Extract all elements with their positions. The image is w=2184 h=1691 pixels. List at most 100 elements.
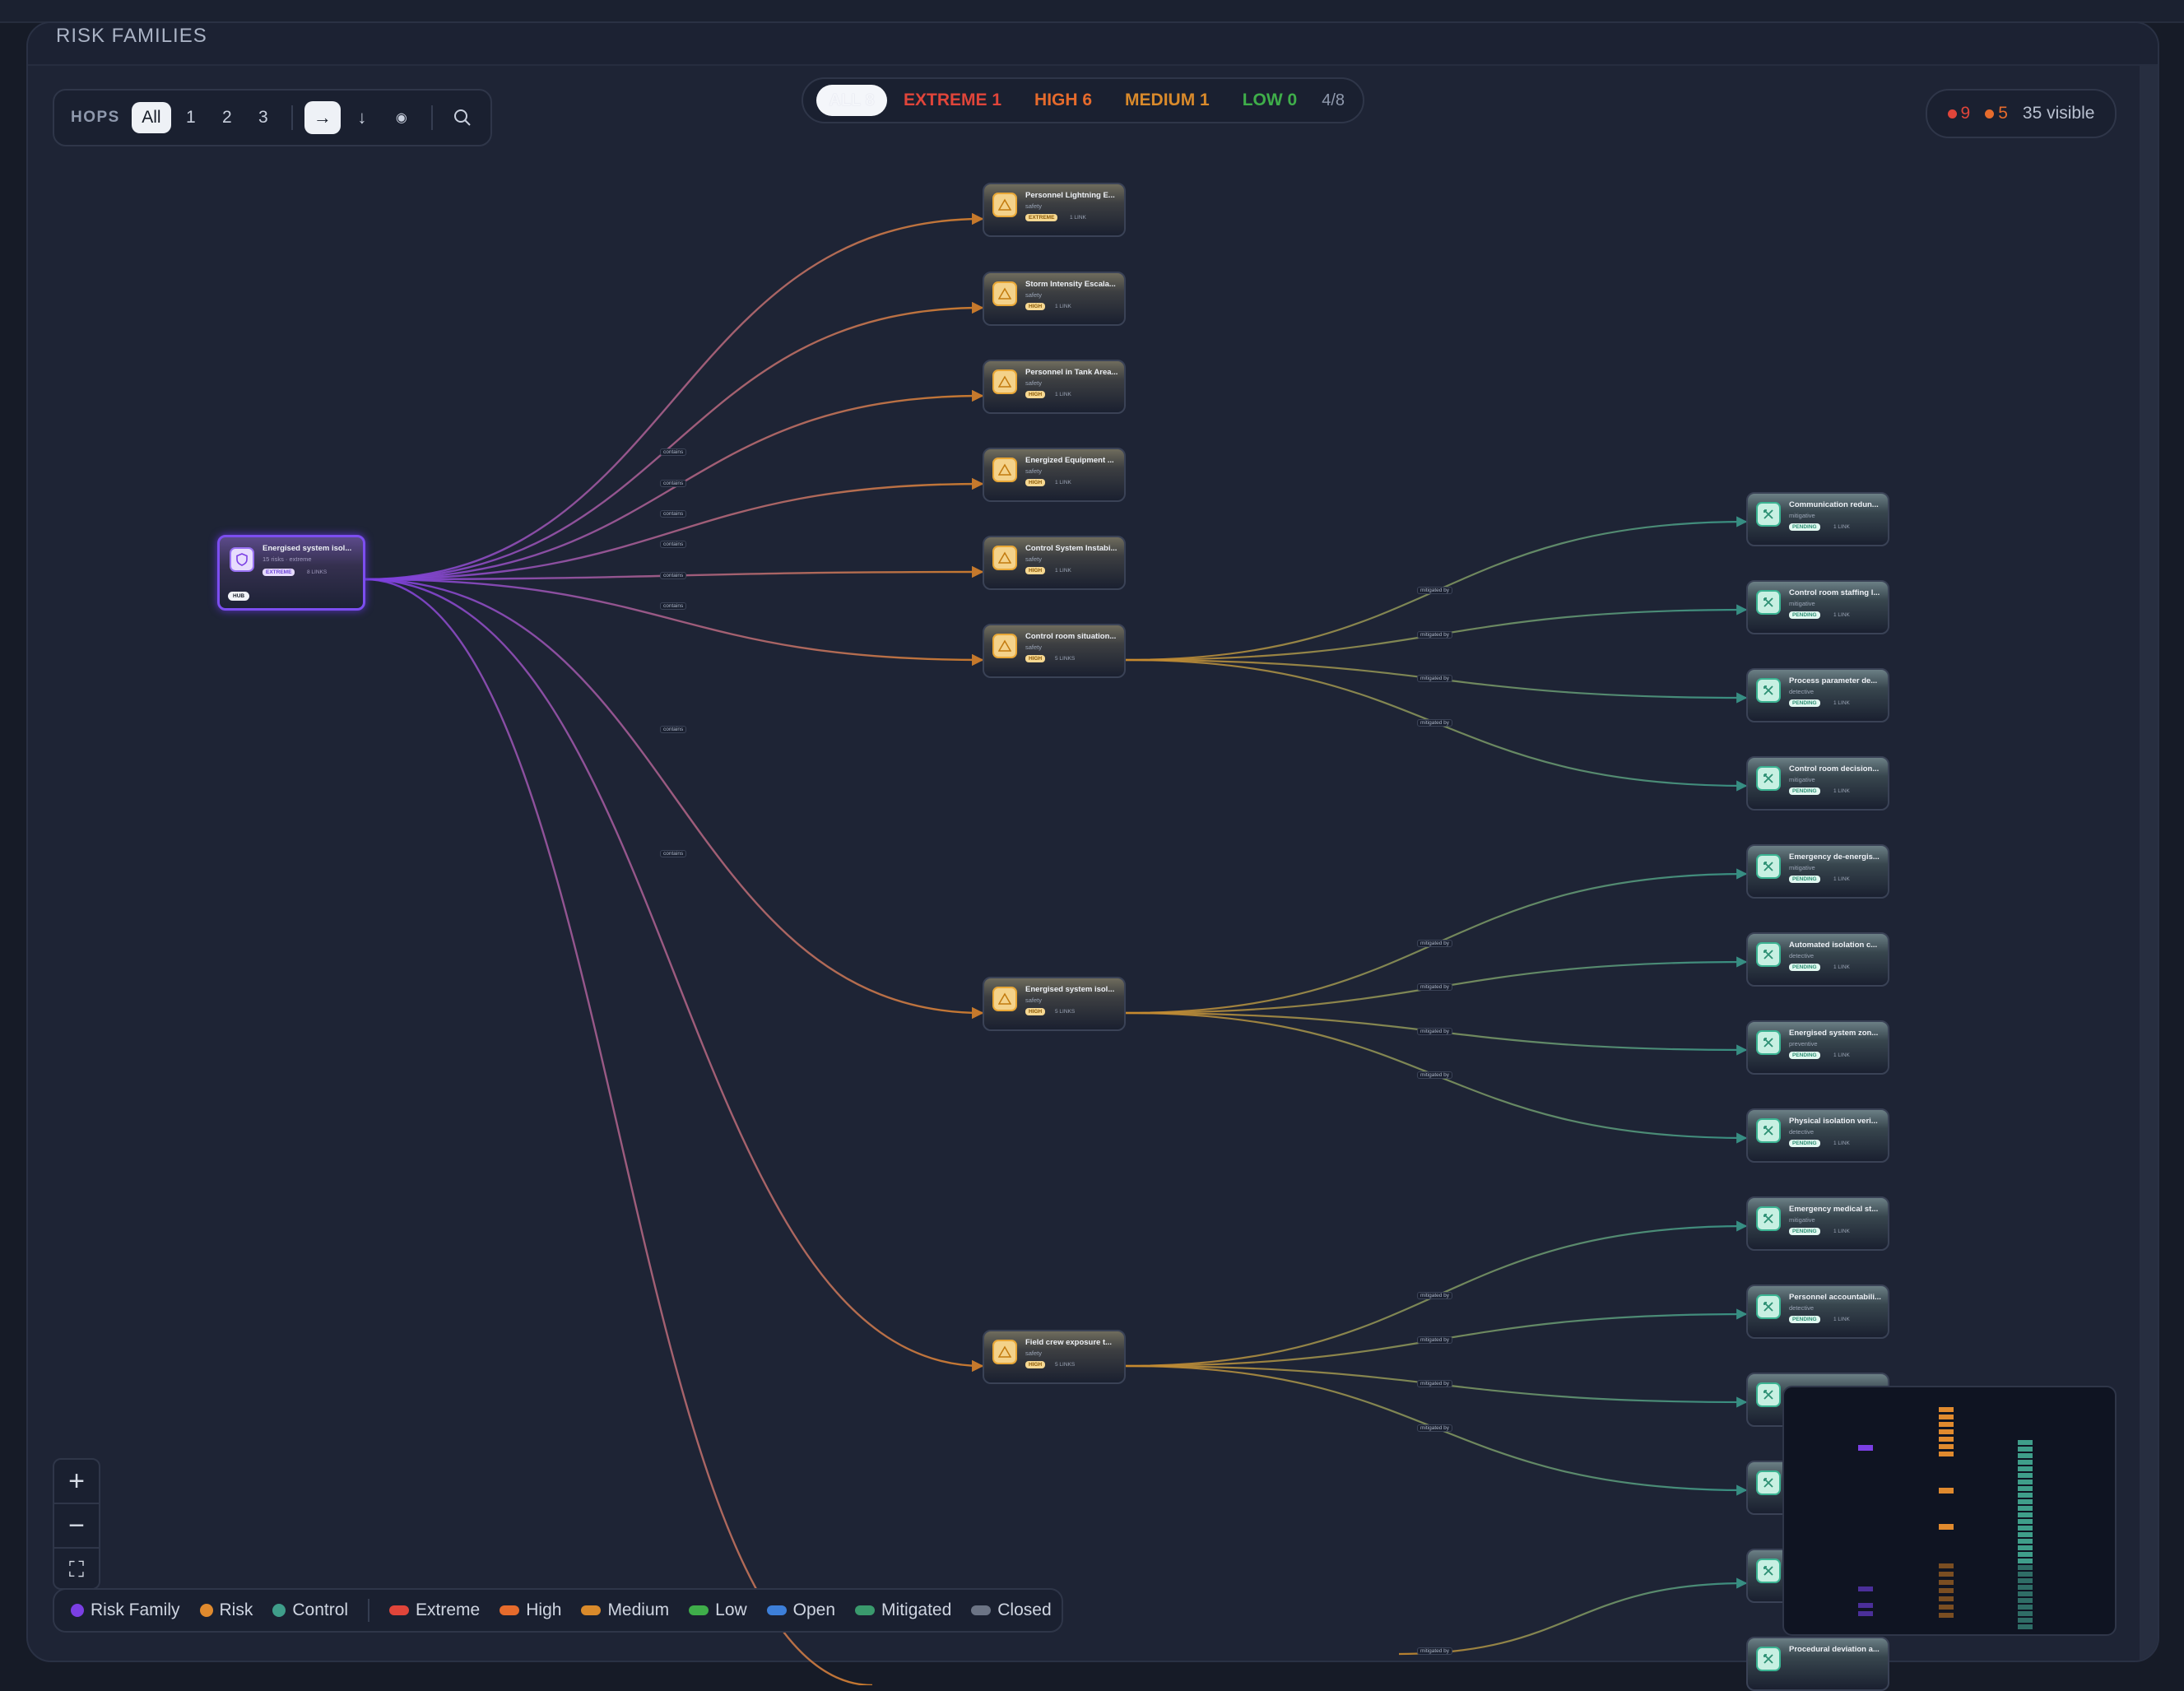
minimap-node (2018, 1591, 2033, 1596)
control-node[interactable]: Procedural deviation a... (1746, 1637, 1889, 1691)
minimap-node (2018, 1512, 2033, 1517)
minimap-node (2018, 1585, 2033, 1590)
control-node[interactable]: Emergency de-energis... mitigative PENDING… (1746, 844, 1889, 899)
control-node[interactable]: Physical isolation veri... detective PENDI… (1746, 1108, 1889, 1163)
risk-node[interactable]: Control System Instabi... safety HIGH 1 LIN… (983, 536, 1126, 590)
search-button[interactable] (444, 101, 481, 134)
legend-closed: Closed (971, 1600, 1052, 1620)
node-category: mitigative (1789, 864, 1815, 871)
fit-view-button[interactable]: ⛶ (54, 1549, 99, 1591)
minimap-node (1939, 1452, 1954, 1456)
node-category: safety (1025, 1350, 1043, 1357)
minimap-node (1939, 1605, 1954, 1610)
minimap-node (2018, 1572, 2033, 1577)
edge-label: mitigated by (1417, 1027, 1453, 1035)
node-links: 1 LINK (1833, 1317, 1850, 1322)
tools-icon (1756, 942, 1781, 967)
minimap-canvas (1858, 1407, 2033, 1629)
node-badge: PENDING (1789, 1140, 1820, 1147)
minimap[interactable] (1782, 1386, 2117, 1636)
node-links: 5 LINKS (1055, 1009, 1076, 1015)
layout-vertical-button[interactable]: ↓ (344, 101, 380, 134)
hops-1-button[interactable]: 1 (174, 102, 207, 133)
hops-2-button[interactable]: 2 (211, 102, 244, 133)
edge-label: contains (660, 541, 687, 549)
node-links: 1 LINK (1833, 612, 1850, 618)
node-badge: PENDING (1789, 787, 1820, 795)
minimap-node (2018, 1605, 2033, 1610)
hops-3-button[interactable]: 3 (247, 102, 280, 133)
node-badge: PENDING (1789, 611, 1820, 619)
minimap-node (2018, 1532, 2033, 1537)
risk-family-hub-node[interactable]: Energised system isol... 15 risks · extr… (217, 535, 365, 611)
minimap-node (2018, 1473, 2033, 1478)
warning-icon (992, 193, 1017, 217)
risk-node[interactable]: Energised system isol... safety HIGH 5 LINK… (983, 977, 1126, 1031)
red-dot-icon (1947, 109, 1957, 118)
warning-icon (992, 987, 1017, 1011)
tools-icon (1756, 1647, 1781, 1671)
graph-edge (365, 578, 873, 1685)
severity-filter: ALL 8 EXTREME 1 HIGH 6 MEDIUM 1 LOW 0 4/… (802, 77, 1364, 123)
node-badge: PENDING (1789, 523, 1820, 531)
filter-high-button[interactable]: HIGH 6 (1034, 91, 1092, 110)
node-title: Storm Intensity Escala... (1025, 280, 1116, 289)
minimap-node (2018, 1460, 2033, 1465)
edge-label: contains (660, 571, 687, 579)
zoom-controls: + − ⛶ (53, 1458, 100, 1590)
filter-medium-button[interactable]: MEDIUM 1 (1125, 91, 1210, 110)
minimap-node (2018, 1552, 2033, 1557)
node-badge: PENDING (1789, 1316, 1820, 1323)
node-title: Energised system isol... (1025, 985, 1115, 994)
node-links: 1 LINK (1833, 964, 1850, 970)
edge-label: contains (660, 849, 687, 857)
control-node[interactable]: Control room staffing l... mitigative PEND… (1746, 580, 1889, 634)
edge-label: mitigated by (1417, 1336, 1453, 1344)
edge-label: contains (660, 509, 687, 518)
edge-label: mitigated by (1417, 983, 1453, 991)
shield-icon (230, 547, 254, 572)
risk-node[interactable]: Control room situation... safety HIGH 5 LIN… (983, 624, 1126, 678)
risk-node[interactable]: Storm Intensity Escala... safety HIGH 1 LIN… (983, 272, 1126, 326)
edge-label: mitigated by (1417, 675, 1453, 682)
filter-extreme-button[interactable]: EXTREME 1 (904, 91, 1001, 110)
risk-node[interactable]: Field crew exposure t... safety HIGH 5 LINK… (983, 1330, 1126, 1384)
minimap-node (2018, 1486, 2033, 1491)
node-links: 5 LINKS (1055, 656, 1076, 662)
edge-label: mitigated by (1417, 587, 1453, 594)
layout-radial-button[interactable]: ◉ (383, 101, 420, 134)
minimap-node (2018, 1611, 2033, 1616)
zoom-out-button[interactable]: − (54, 1504, 99, 1549)
hops-label: HOPS (71, 109, 120, 126)
node-badge: PENDING (1789, 876, 1820, 883)
zoom-in-button[interactable]: + (54, 1460, 99, 1504)
hops-all-button[interactable]: All (131, 102, 171, 133)
control-node[interactable]: Automated isolation c... detective PENDING… (1746, 932, 1889, 987)
risk-node[interactable]: Energized Equipment ... safety HIGH 1 LINK (983, 448, 1126, 502)
control-node[interactable]: Personnel accountabili... detective PENDIN… (1746, 1285, 1889, 1339)
node-title: Automated isolation c... (1789, 941, 1878, 950)
node-category: safety (1025, 555, 1043, 563)
node-links: 1 LINK (1833, 876, 1850, 882)
tools-icon (1756, 1030, 1781, 1055)
control-node[interactable]: Control room decision... mitigative PENDIN… (1746, 756, 1889, 811)
node-links: 1 LINK (1833, 1052, 1850, 1058)
layout-horizontal-button[interactable]: → (304, 101, 341, 134)
node-title: Control room situation... (1025, 632, 1117, 641)
filter-all-button[interactable]: ALL 8 (816, 85, 887, 116)
tools-icon (1756, 590, 1781, 615)
minimap-node (2018, 1506, 2033, 1511)
hub-severity-badge: EXTREME (263, 569, 295, 576)
node-title: Field crew exposure t... (1025, 1338, 1113, 1347)
control-node[interactable]: Communication redun... mitigative PENDING 1… (1746, 492, 1889, 546)
edge-label: mitigated by (1417, 718, 1453, 727)
control-node[interactable]: Process parameter de... detective PENDING 1… (1746, 668, 1889, 722)
filter-low-button[interactable]: LOW 0 (1243, 91, 1298, 110)
edge-label: mitigated by (1417, 1380, 1453, 1387)
visible-count: 35 visible (2022, 104, 2095, 123)
risk-node[interactable]: Personnel in Tank Area... safety HIGH 1 LIN… (983, 360, 1126, 414)
risk-node[interactable]: Personnel Lightning E... safety EXTREME 1 L… (983, 183, 1126, 237)
control-node[interactable]: Energised system zon... preventive PENDING… (1746, 1020, 1889, 1075)
node-title: Procedural deviation a... (1789, 1645, 1880, 1654)
control-node[interactable]: Emergency medical st... mitigative PENDING… (1746, 1196, 1889, 1251)
